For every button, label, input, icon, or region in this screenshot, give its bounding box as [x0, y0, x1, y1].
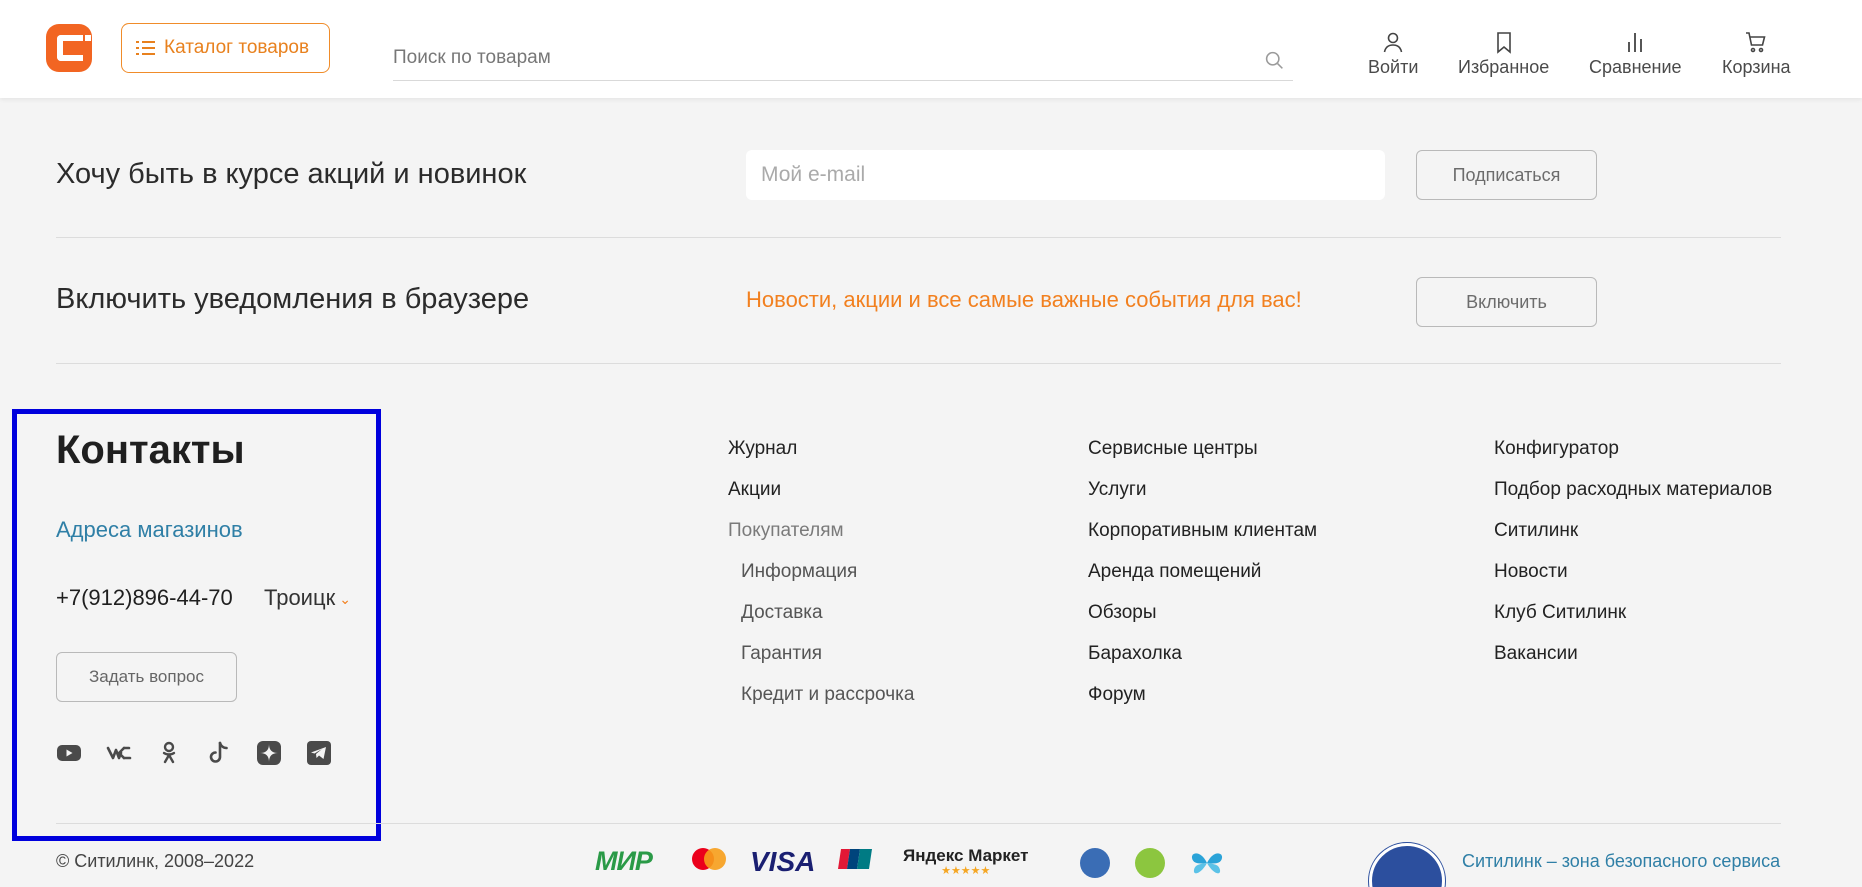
mastercard-logo [689, 846, 729, 874]
akit-logo [1080, 848, 1110, 878]
link-configurator[interactable]: Конфигуратор [1494, 428, 1772, 469]
citilink-logo[interactable] [46, 24, 92, 72]
search-input[interactable] [393, 38, 1233, 78]
divider [56, 363, 1781, 364]
notifications-text: Новости, акции и все самые важные событи… [746, 287, 1302, 312]
link-delivery[interactable]: Доставка [728, 592, 914, 633]
link-service-centers[interactable]: Сервисные центры [1088, 428, 1317, 469]
store-addresses-link[interactable]: Адреса магазинов [56, 517, 243, 543]
subscribe-title: Хочу быть в курсе акций и новинок [56, 158, 527, 190]
cart-label: Корзина [1722, 57, 1791, 77]
link-reviews[interactable]: Обзоры [1088, 592, 1317, 633]
link-corporate[interactable]: Корпоративным клиентам [1088, 510, 1317, 551]
safe-service-seal [1369, 843, 1445, 887]
link-news[interactable]: Новости [1494, 551, 1772, 592]
divider [56, 237, 1781, 238]
user-icon [1383, 32, 1403, 53]
link-vacancies[interactable]: Вакансии [1494, 633, 1772, 674]
youtube-icon[interactable] [56, 740, 82, 766]
email-field[interactable] [746, 150, 1385, 200]
login-button[interactable]: Войти [1368, 30, 1418, 82]
list-icon [136, 40, 155, 56]
subscribe-button[interactable]: Подписаться [1416, 150, 1597, 200]
catalog-button-label: Каталог товаров [164, 37, 310, 58]
links-column-3: Конфигуратор Подбор расходных материалов… [1494, 428, 1772, 674]
link-citilink[interactable]: Ситилинк [1494, 510, 1772, 551]
link-flea-market[interactable]: Барахолка [1088, 633, 1317, 674]
butterfly-logo [1189, 848, 1225, 878]
links-column-1: Журнал Акции Покупателям Информация Дост… [728, 428, 914, 715]
link-rent[interactable]: Аренда помещений [1088, 551, 1317, 592]
zen-icon[interactable] [256, 740, 282, 766]
link-services[interactable]: Услуги [1088, 469, 1317, 510]
city-label: Троицк [264, 585, 336, 610]
search-bar [393, 38, 1293, 81]
bookmark-icon [1496, 32, 1511, 54]
copyright: © Ситилинк, 2008–2022 [56, 851, 255, 871]
cart-icon [1746, 32, 1766, 53]
telegram-icon[interactable] [306, 740, 332, 766]
link-consumables[interactable]: Подбор расходных материалов [1494, 469, 1772, 510]
visa-logo: VISA [750, 846, 816, 877]
partner-logo [1135, 848, 1165, 878]
mir-logo: МИР [595, 846, 653, 876]
vk-icon[interactable] [106, 740, 132, 766]
link-journal[interactable]: Журнал [728, 428, 914, 469]
link-information[interactable]: Информация [728, 551, 914, 592]
contacts-title: Контакты [56, 428, 245, 472]
link-credit[interactable]: Кредит и рассрочка [728, 674, 914, 715]
compare-label: Сравнение [1589, 57, 1682, 77]
compare-icon [1628, 33, 1643, 52]
link-club[interactable]: Клуб Ситилинк [1494, 592, 1772, 633]
safe-service-link[interactable]: Ситилинк – зона безопасного сервиса [1462, 851, 1780, 872]
catalog-button[interactable]: Каталог товаров [121, 23, 330, 73]
link-forum[interactable]: Форум [1088, 674, 1317, 715]
notifications-title: Включить уведомления в браузере [56, 283, 530, 315]
unionpay-logo [838, 848, 872, 870]
ask-question-button[interactable]: Задать вопрос [56, 652, 237, 702]
compare-button[interactable]: Сравнение [1589, 30, 1682, 82]
site-header: Каталог товаров Войти Избранное Сравнени… [0, 0, 1862, 98]
link-warranty[interactable]: Гарантия [728, 633, 914, 674]
yandex-market-logo: Яндекс Маркет ★★★★★ [903, 846, 1028, 877]
link-buyers-heading: Покупателям [728, 520, 844, 541]
search-icon[interactable] [1264, 50, 1285, 71]
enable-notifications-button[interactable]: Включить [1416, 277, 1597, 327]
cart-button[interactable]: Корзина [1722, 30, 1791, 82]
favorites-label: Избранное [1458, 57, 1550, 77]
rating-stars: ★★★★★ [941, 865, 991, 877]
divider [56, 823, 1781, 824]
links-column-2: Сервисные центры Услуги Корпоративным кл… [1088, 428, 1317, 715]
tiktok-icon[interactable] [206, 740, 232, 766]
login-label: Войти [1368, 57, 1419, 77]
chevron-down-icon: ⌄ [339, 590, 351, 607]
odnoklassniki-icon[interactable] [156, 740, 182, 766]
city-selector[interactable]: Троицк ⌄ [264, 585, 351, 611]
link-promotions[interactable]: Акции [728, 469, 914, 510]
favorites-button[interactable]: Избранное [1458, 30, 1549, 82]
contacts-highlight-box [12, 409, 381, 841]
phone-number[interactable]: +7(912)896-44-70 [56, 585, 233, 611]
yandex-market-label: Яндекс Маркет [903, 846, 1029, 865]
